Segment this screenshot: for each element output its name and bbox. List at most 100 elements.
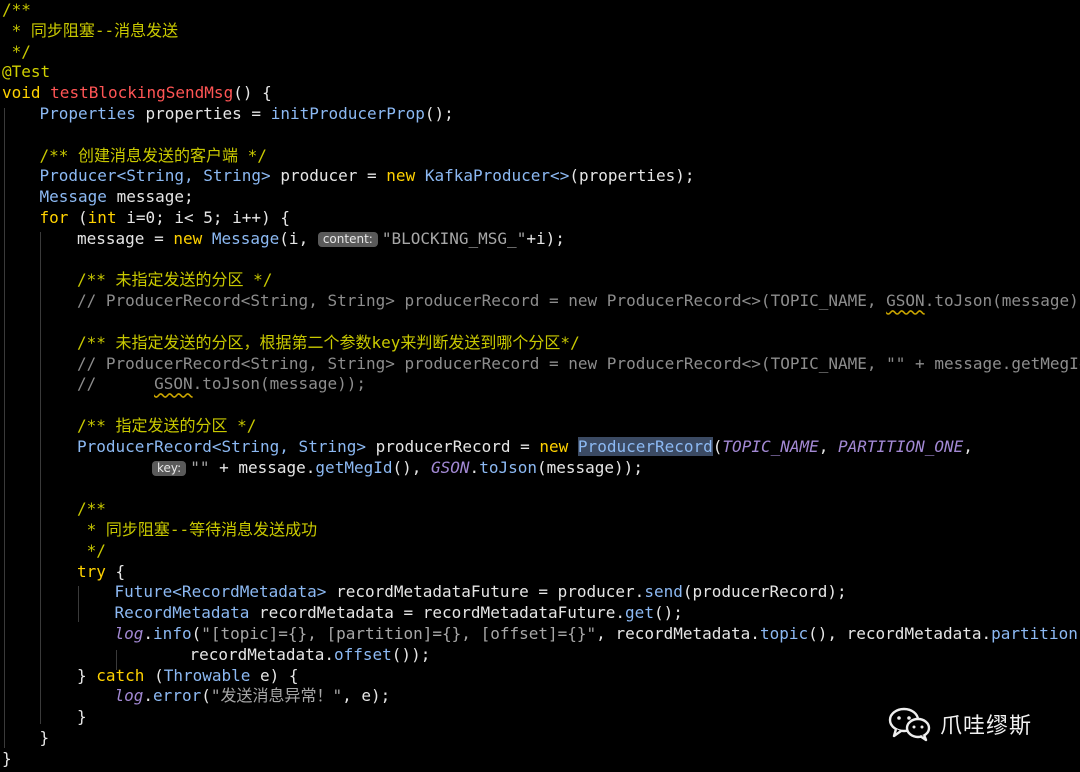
code-token: . xyxy=(143,686,154,706)
code-token: // ProducerRecord<String, String> produc… xyxy=(77,291,887,311)
code-token: /** xyxy=(39,145,79,165)
code-token: */ xyxy=(77,540,106,560)
code-token: .toJson(message)); xyxy=(924,291,1080,311)
code-line[interactable]: // ProducerRecord<String, String> produc… xyxy=(77,291,1080,312)
code-line[interactable]: /** xyxy=(77,499,106,520)
code-token: (i, xyxy=(279,228,318,248)
code-line[interactable]: /** 创建消息发送的客户端 */ xyxy=(40,146,267,167)
code-token: 未指定发送的分区 */ xyxy=(115,270,273,290)
code-token: ( xyxy=(78,208,88,227)
code-token: catch xyxy=(96,665,155,685)
warning-token: GSON xyxy=(154,374,193,394)
code-line[interactable]: /** xyxy=(2,0,31,21)
code-token: (properties); xyxy=(569,166,695,186)
code-line[interactable]: for (int i=0; i< 5; i++) { xyxy=(40,208,290,229)
code-token: RecordMetadata xyxy=(114,603,259,623)
code-token: ( xyxy=(712,436,723,456)
code-token: topic xyxy=(759,624,809,643)
code-line[interactable]: } xyxy=(77,707,87,728)
code-token: "[topic]={}, [partition]={}, [offset]={}… xyxy=(201,624,597,643)
watermark-text: 爪哇缪斯 xyxy=(940,714,1033,739)
code-line[interactable]: log.info("[topic]={}, [partition]={}, [o… xyxy=(115,624,1080,645)
code-token: GSON xyxy=(431,457,470,477)
code-line[interactable]: } catch (Throwable e) { xyxy=(77,666,299,687)
code-token: (); xyxy=(653,603,683,623)
code-token: @Test xyxy=(2,62,51,82)
code-line[interactable]: void testBlockingSendMsg() { xyxy=(2,83,272,104)
code-token: producer = xyxy=(280,166,387,186)
code-line[interactable]: message = new Message(i, content: "BLOCKI… xyxy=(77,229,565,250)
code-token: , xyxy=(818,436,839,456)
code-line[interactable]: // GSON.toJson(message)); xyxy=(77,374,366,395)
code-token: try xyxy=(77,561,116,581)
code-token: } xyxy=(77,707,87,727)
code-line[interactable]: * 同步阻塞--等待消息发送成功 xyxy=(77,520,318,541)
code-token: "发送消息异常！" xyxy=(210,686,343,706)
code-line[interactable]: Properties properties = initProducerProp… xyxy=(40,104,454,125)
code-token: } xyxy=(77,665,97,685)
code-token: , e); xyxy=(342,686,391,706)
code-line[interactable]: // ProducerRecord<String, String> produc… xyxy=(77,354,1080,375)
code-token: /** xyxy=(77,499,106,519)
code-token: getMegId xyxy=(315,457,393,477)
parameter-hint: content: xyxy=(317,231,378,247)
code-line[interactable]: /** 未指定发送的分区，根据第二个参数key来判断发送到哪个分区*/ xyxy=(77,333,580,354)
indent-guide xyxy=(4,108,5,748)
code-line[interactable]: ProducerRecord<String, String> producerR… xyxy=(77,436,973,458)
code-token: initProducerProp xyxy=(270,104,425,123)
code-token: (); xyxy=(424,104,454,123)
code-line[interactable]: RecordMetadata recordMetadata = recordMe… xyxy=(115,603,683,624)
code-line[interactable]: @Test xyxy=(2,62,50,83)
code-token: Throwable xyxy=(163,665,261,685)
code-line[interactable]: /** 未指定发送的分区 */ xyxy=(77,270,272,291)
code-token: } xyxy=(2,748,12,768)
code-token: /** xyxy=(77,270,116,290)
code-line[interactable]: log.error("发送消息异常！", e); xyxy=(115,686,391,707)
code-token: testBlockingSendMsg xyxy=(50,83,234,103)
code-token: . xyxy=(143,624,154,643)
code-token: properties = xyxy=(145,104,271,123)
code-token: recordMetadata. xyxy=(189,644,335,664)
code-token: recordMetadataFuture = producer. xyxy=(336,582,645,602)
code-token: + message. xyxy=(219,457,316,477)
code-token: info xyxy=(153,624,192,643)
code-token: log xyxy=(114,624,144,643)
code-token: /** xyxy=(77,416,116,435)
code-token: offset xyxy=(334,644,392,664)
code-token: toJson xyxy=(479,457,537,477)
code-line[interactable]: } xyxy=(2,749,12,770)
code-line[interactable]: Producer<String, String> producer = new … xyxy=(40,166,695,187)
code-token: log xyxy=(114,686,144,706)
code-token: ( xyxy=(201,686,211,706)
code-token: Message xyxy=(39,187,117,207)
code-line[interactable]: key: "" + message.getMegId(), GSON.toJson… xyxy=(152,458,643,479)
code-line[interactable]: */ xyxy=(77,541,106,562)
highlighted-token: ProducerRecord xyxy=(577,436,713,456)
code-line[interactable]: Future<RecordMetadata> recordMetadataFut… xyxy=(115,582,847,603)
code-line[interactable]: } xyxy=(40,728,50,749)
code-token: e) { xyxy=(260,665,299,685)
code-line[interactable]: try { xyxy=(77,562,125,583)
code-token: partition xyxy=(991,624,1078,643)
code-token: producerRecord = xyxy=(375,436,540,456)
code-token: for xyxy=(39,208,79,227)
code-token: // ProducerRecord<String, String> produc… xyxy=(77,353,1080,373)
code-token: 创建消息发送的客户端 */ xyxy=(78,145,267,165)
code-token: "BLOCKING_MSG_" xyxy=(381,228,527,248)
code-line[interactable]: /** 指定发送的分区 */ xyxy=(77,416,256,437)
code-token: { xyxy=(115,561,126,581)
code-token: (), xyxy=(392,457,432,477)
code-token: Message xyxy=(211,228,280,248)
code-line[interactable]: recordMetadata.offset()); xyxy=(190,645,431,666)
code-token: new xyxy=(386,166,425,186)
code-token: send xyxy=(644,582,683,602)
code-token: i=0; i< 5; i++) { xyxy=(126,208,290,227)
code-token: Properties xyxy=(39,104,146,123)
code-line[interactable]: Message message; xyxy=(40,187,194,208)
indent-guide xyxy=(40,232,41,724)
code-line[interactable]: */ xyxy=(2,42,31,63)
code-token: message; xyxy=(116,187,194,207)
code-line[interactable]: * 同步阻塞--消息发送 xyxy=(2,21,179,42)
code-editor[interactable]: /** * 同步阻塞--消息发送 */@Test void testBlockin… xyxy=(0,0,1080,772)
code-token: ProducerRecord<String, String> xyxy=(77,436,376,456)
